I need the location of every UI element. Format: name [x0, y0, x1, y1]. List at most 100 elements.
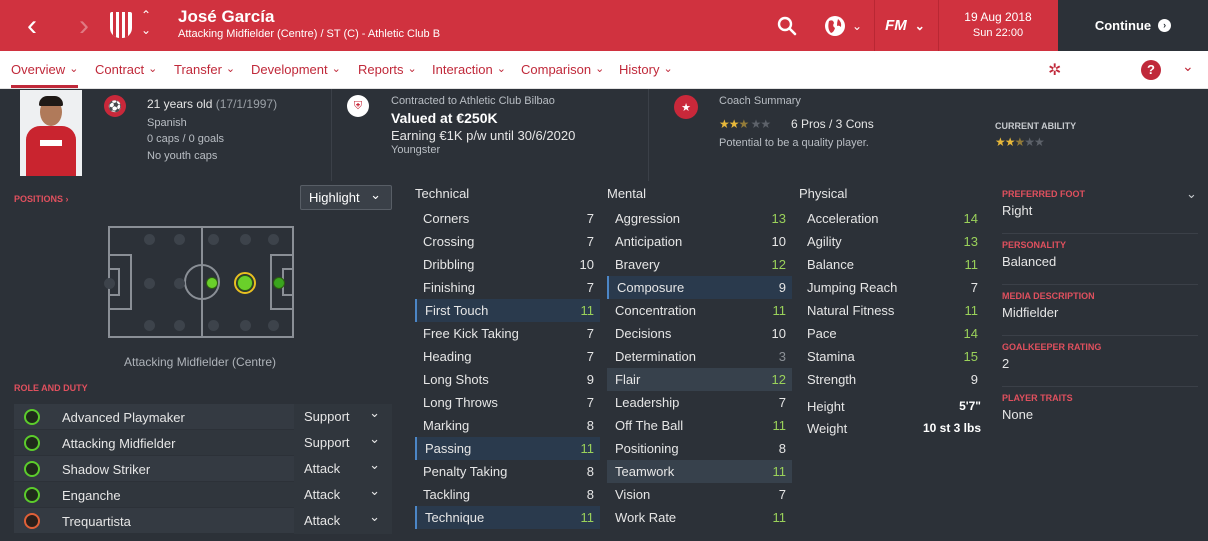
attribute-row[interactable]: Crossing 7	[415, 230, 600, 253]
attribute-name: Corners	[423, 211, 470, 226]
current-ability-stars: ★★★★★	[995, 135, 1045, 149]
attribute-value: 14	[963, 211, 978, 226]
attribute-value: 11	[772, 418, 787, 433]
attribute-name: Marking	[423, 418, 470, 433]
attribute-row[interactable]: Marking 8	[415, 414, 600, 437]
role-rating-icon	[24, 513, 40, 529]
attribute-row[interactable]: Strength 9	[799, 368, 984, 391]
attribute-row[interactable]: Penalty Taking 8	[415, 460, 600, 483]
continue-button[interactable]: Continue ›	[1058, 0, 1208, 51]
attribute-row[interactable]: Bravery 12	[607, 253, 792, 276]
attribute-row[interactable]: Positioning 8	[607, 437, 792, 460]
attribute-name: Vision	[615, 487, 651, 502]
attribute-name: Composure	[617, 280, 685, 295]
attribute-row[interactable]: Heading 7	[415, 345, 600, 368]
attribute-row[interactable]: Technique 11	[415, 506, 600, 529]
role-row[interactable]: Trequartista Attack	[14, 504, 392, 534]
tab-development[interactable]: Development	[251, 51, 341, 88]
nationality-text: Spanish	[147, 117, 187, 129]
attribute-row[interactable]: Work Rate 11	[607, 506, 792, 529]
player-subtitle: Attacking Midfielder (Centre) / ST (C) -…	[178, 28, 441, 40]
fm-menu-button[interactable]: FM ⌄	[878, 0, 932, 51]
role-rating-icon	[24, 409, 40, 425]
attribute-row[interactable]: Corners 7	[415, 207, 600, 230]
attribute-name: Determination	[615, 349, 696, 364]
tab-transfer[interactable]: Transfer	[174, 51, 235, 88]
attribute-row[interactable]: Pace 14	[799, 322, 984, 345]
continue-label: Continue	[1094, 18, 1152, 33]
attribute-row[interactable]: Leadership 7	[607, 391, 792, 414]
club-badge-icon: ⛨	[347, 95, 369, 117]
selected-position-label: Attacking Midfielder (Centre)	[124, 355, 277, 369]
role-name: Enganche	[62, 488, 121, 503]
attribute-row[interactable]: Acceleration 14	[799, 207, 984, 230]
contract-status-text: Youngster	[391, 144, 441, 156]
attribute-value: 9	[778, 280, 786, 295]
detail-value: 2	[1002, 356, 1010, 371]
tab-comparison[interactable]: Comparison	[521, 51, 604, 88]
attribute-row[interactable]: Long Shots 9	[415, 368, 600, 391]
attribute-row[interactable]: Vision 7	[607, 483, 792, 506]
attribute-row[interactable]: Agility 13	[799, 230, 984, 253]
club-crest-icon[interactable]	[110, 12, 132, 38]
attribute-row[interactable]: Tackling 8	[415, 483, 600, 506]
attribute-value: 11	[772, 510, 787, 525]
positions-label[interactable]: POSITIONS ›	[14, 194, 69, 204]
back-arrow-icon[interactable]: ‹	[14, 0, 50, 51]
attribute-row[interactable]: Finishing 7	[415, 276, 600, 299]
attribute-value: 13	[771, 211, 786, 226]
attribute-name: Strength	[807, 372, 857, 387]
attribute-name: Bravery	[615, 257, 660, 272]
attribute-row[interactable]: Free Kick Taking 7	[415, 322, 600, 345]
attribute-row[interactable]: Passing 11	[415, 437, 600, 460]
attribute-value: 7	[586, 211, 594, 226]
fm-logo: FM	[885, 17, 907, 34]
tab-contract[interactable]: Contract	[95, 51, 157, 88]
attribute-name: Long Shots	[423, 372, 489, 387]
attribute-row[interactable]: First Touch 11	[415, 299, 600, 322]
attribute-row[interactable]: Flair 12	[607, 368, 792, 391]
role-row[interactable]: Attacking Midfielder Support	[14, 426, 392, 456]
chevron-down-icon[interactable]: ⌄	[1182, 58, 1194, 75]
attribute-row[interactable]: Balance 11	[799, 253, 984, 276]
attribute-row[interactable]: Off The Ball 11	[607, 414, 792, 437]
attribute-row[interactable]: Jumping Reach 7	[799, 276, 984, 299]
attribute-value: 8	[778, 441, 786, 456]
attribute-row[interactable]: Determination 3	[607, 345, 792, 368]
attribute-row[interactable]: Decisions 10	[607, 322, 792, 345]
attribute-row[interactable]: Teamwork 11	[607, 460, 792, 483]
attribute-value: 11	[964, 257, 979, 272]
tab-history[interactable]: History	[619, 51, 673, 88]
network-icon[interactable]: ✲	[1048, 60, 1061, 80]
highlight-dropdown[interactable]: Highlight	[300, 183, 392, 210]
tab-overview[interactable]: Overview	[11, 51, 79, 88]
potential-text: Potential to be a quality player.	[719, 137, 869, 149]
help-icon[interactable]: ?	[1141, 60, 1161, 80]
attribute-name: Long Throws	[423, 395, 498, 410]
tab-reports[interactable]: Reports	[358, 51, 417, 88]
tab-interaction[interactable]: Interaction	[432, 51, 506, 88]
forward-arrow-icon[interactable]: ›	[66, 0, 102, 51]
attribute-value: 9	[586, 372, 594, 387]
globe-icon[interactable]: ⌄	[820, 0, 866, 51]
player-cycle-icon[interactable]: ⌃ ⌄	[141, 8, 151, 38]
caps-text: 0 caps / 0 goals	[147, 133, 225, 145]
attribute-row[interactable]: Aggression 13	[607, 207, 792, 230]
role-name: Shadow Striker	[62, 462, 151, 477]
detail-block: PLAYER TRAITS None	[1002, 393, 1198, 438]
attribute-row[interactable]: Stamina 15	[799, 345, 984, 368]
attribute-row[interactable]: Concentration 11	[607, 299, 792, 322]
attribute-row[interactable]: Natural Fitness 11	[799, 299, 984, 322]
attribute-value: 8	[586, 418, 594, 433]
attribute-value: 7	[586, 326, 594, 341]
position-marker	[206, 277, 218, 289]
duty-dropdown[interactable]: Attack	[294, 504, 392, 534]
attribute-row[interactable]: Composure 9	[607, 276, 792, 299]
role-row[interactable]: Shadow Striker Attack	[14, 452, 392, 482]
attribute-row[interactable]: Dribbling 10	[415, 253, 600, 276]
role-row[interactable]: Advanced Playmaker Support	[14, 400, 392, 430]
attribute-row[interactable]: Long Throws 7	[415, 391, 600, 414]
attribute-row[interactable]: Anticipation 10	[607, 230, 792, 253]
role-row[interactable]: Enganche Attack	[14, 478, 392, 508]
search-icon[interactable]	[772, 0, 802, 51]
